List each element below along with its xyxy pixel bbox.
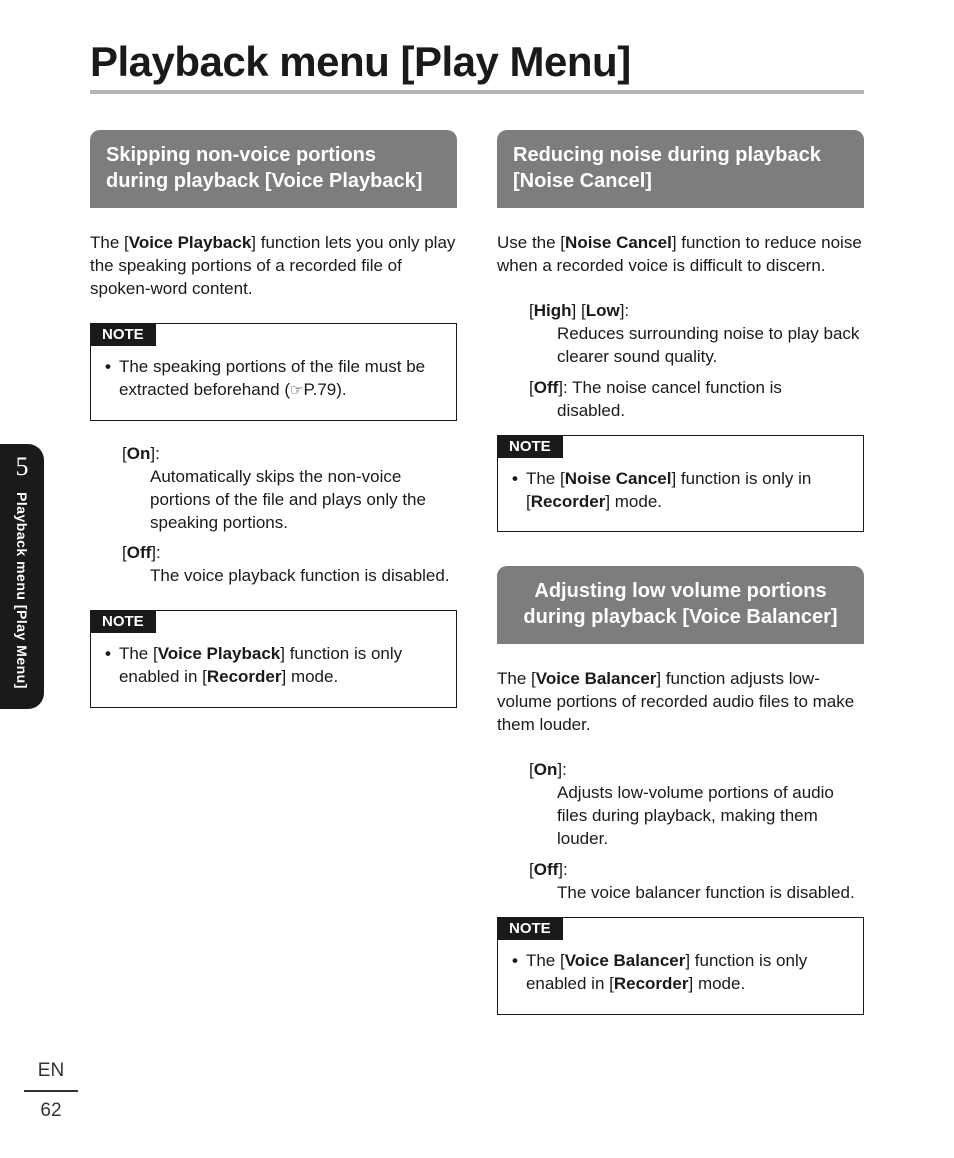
options: [On]: Automatically skips the non-voice … <box>90 443 457 589</box>
label: Off <box>127 543 152 562</box>
note-bullet: • The [Noise Cancel] function is only in… <box>512 468 849 514</box>
note-text: The [Voice Balancer] function is only en… <box>526 950 849 996</box>
note-label: NOTE <box>497 917 563 940</box>
section-voice-balancer: Adjusting low volume portions during pla… <box>497 566 864 1014</box>
left-column: Skipping non-voice portions during playb… <box>90 130 457 1037</box>
label: Low <box>586 301 620 320</box>
text: P.79). <box>303 380 346 399</box>
note-box: NOTE • The [Noise Cancel] function is on… <box>497 435 864 533</box>
option-highlow-label: [High] [Low]: <box>529 300 864 323</box>
note-content: • The speaking portions of the file must… <box>91 346 456 420</box>
text: The [ <box>497 669 536 688</box>
note-bullet: • The [Voice Playback] function is only … <box>105 643 442 689</box>
divider <box>24 1090 78 1092</box>
text: The [ <box>119 644 158 663</box>
section-header: Reducing noise during playback [Noise Ca… <box>497 130 864 208</box>
term: Voice Playback <box>158 644 281 663</box>
option-off: [Off]: The noise cancel function is disa… <box>529 377 864 423</box>
chapter-number: 5 <box>16 452 29 482</box>
term: Noise Cancel <box>565 233 672 252</box>
option-on-desc: Automatically skips the non-voice portio… <box>122 466 457 535</box>
note-label: NOTE <box>90 610 156 633</box>
option-on-label: [On]: <box>122 443 457 466</box>
note-box: NOTE • The [Voice Playback] function is … <box>90 610 457 708</box>
note-text: The [Noise Cancel] function is only in [… <box>526 468 849 514</box>
term: Noise Cancel <box>565 469 672 488</box>
text: ] mode. <box>605 492 662 511</box>
note-content: • The [Noise Cancel] function is only in… <box>498 458 863 532</box>
option-off-label: [Off]: <box>122 542 457 565</box>
note-text: The speaking portions of the file must b… <box>119 356 442 402</box>
intro-text: The [Voice Balancer] function adjusts lo… <box>497 668 864 737</box>
option-off-label: [Off]: <box>529 859 864 882</box>
note-label: NOTE <box>90 323 156 346</box>
bullet-dot: • <box>105 643 111 689</box>
section-noise-cancel: Reducing noise during playback [Noise Ca… <box>497 130 864 532</box>
note-text: The [Voice Playback] function is only en… <box>119 643 442 689</box>
text: disabled. <box>529 400 864 423</box>
intro-text: The [Voice Playback] function lets you o… <box>90 232 457 301</box>
note-bullet: • The speaking portions of the file must… <box>105 356 442 402</box>
bullet-dot: • <box>105 356 111 402</box>
page-ref-icon: ☞ <box>290 381 303 401</box>
option-off-desc: The voice balancer function is disabled. <box>529 882 864 905</box>
options: [High] [Low]: Reduces surrounding noise … <box>497 300 864 423</box>
text: ]: The noise cancel function is <box>558 378 782 397</box>
note-box: NOTE • The [Voice Balancer] function is … <box>497 917 864 1015</box>
text: ] mode. <box>282 667 339 686</box>
label: Off <box>534 378 559 397</box>
option-on-label: [On]: <box>529 759 864 782</box>
intro-text: Use the [Noise Cancel] function to reduc… <box>497 232 864 278</box>
text: ] mode. <box>689 974 746 993</box>
note-box: NOTE • The speaking portions of the file… <box>90 323 457 421</box>
text: The [ <box>90 233 129 252</box>
bullet-dot: • <box>512 950 518 996</box>
term: Voice Balancer <box>536 669 657 688</box>
content-columns: Skipping non-voice portions during playb… <box>90 130 864 1037</box>
note-label: NOTE <box>497 435 563 458</box>
option-highlow-desc: Reduces surrounding noise to play back c… <box>529 323 864 369</box>
text: The [ <box>526 951 565 970</box>
note-content: • The [Voice Balancer] function is only … <box>498 940 863 1014</box>
option-off-desc: The voice playback function is disabled. <box>122 565 457 588</box>
section-voice-playback: Skipping non-voice portions during playb… <box>90 130 457 708</box>
right-column: Reducing noise during playback [Noise Ca… <box>497 130 864 1037</box>
note-bullet: • The [Voice Balancer] function is only … <box>512 950 849 996</box>
term: Recorder <box>207 667 282 686</box>
label: On <box>534 760 558 779</box>
section-header: Skipping non-voice portions during playb… <box>90 130 457 208</box>
language-code: EN <box>24 1060 78 1090</box>
options: [On]: Adjusts low-volume portions of aud… <box>497 759 864 905</box>
term: Recorder <box>531 492 606 511</box>
option-on-desc: Adjusts low-volume portions of audio fil… <box>529 782 864 851</box>
term: Recorder <box>614 974 689 993</box>
term: Voice Playback <box>129 233 252 252</box>
label: Off <box>534 860 559 879</box>
term: Voice Balancer <box>565 951 686 970</box>
label: On <box>127 444 151 463</box>
bullet-dot: • <box>512 468 518 514</box>
text: The [ <box>526 469 565 488</box>
chapter-tab: 5 Playback menu [Play Menu] <box>0 444 44 709</box>
text: Use the [ <box>497 233 565 252</box>
text: The speaking portions of the file must b… <box>119 357 425 399</box>
label: High <box>534 301 572 320</box>
chapter-label: Playback menu [Play Menu] <box>14 492 30 689</box>
section-header: Adjusting low volume portions during pla… <box>497 566 864 644</box>
page-number: 62 <box>24 1100 78 1122</box>
page-footer: EN 62 <box>24 1060 78 1122</box>
note-content: • The [Voice Playback] function is only … <box>91 633 456 707</box>
page-title: Playback menu [Play Menu] <box>90 38 864 94</box>
